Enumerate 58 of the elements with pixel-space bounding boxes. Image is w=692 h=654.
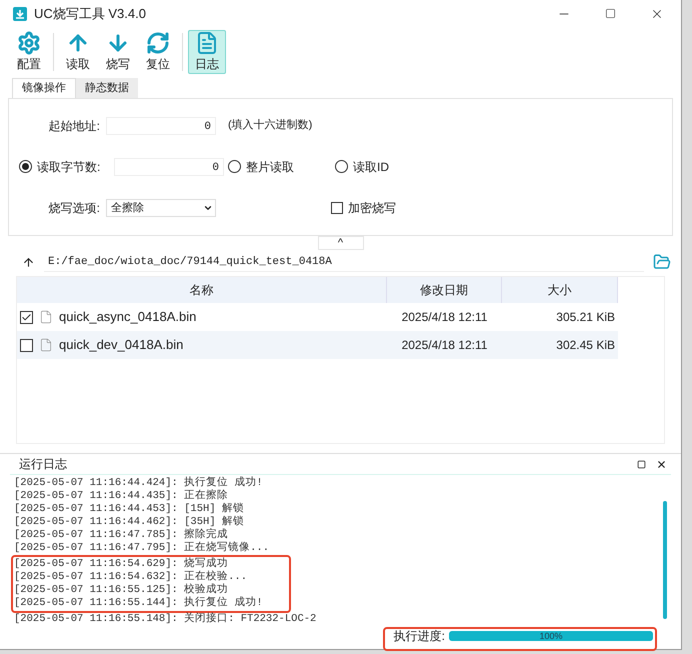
table-cell-text: 302.45 KiB bbox=[555, 337, 616, 354]
checkbox[interactable] bbox=[20, 310, 33, 324]
restore-icon[interactable] bbox=[637, 460, 646, 468]
radio-button[interactable] bbox=[335, 160, 348, 174]
log-line: [2025-05-07 11:16:47.785]: 擦除完成 bbox=[14, 529, 228, 541]
file-name: quick_dev_0418A.bin bbox=[59, 336, 184, 354]
document-icon bbox=[195, 31, 219, 55]
progress-reading: 100% bbox=[538, 631, 564, 641]
toolbar-button[interactable]: 烧写 bbox=[99, 30, 137, 74]
table-cell-text: 305.21 KiB bbox=[555, 309, 616, 326]
radio-button[interactable] bbox=[228, 160, 241, 174]
window-title: UC烧写工具 V3.4.0 bbox=[34, 5, 146, 24]
input-field[interactable]: 0 bbox=[106, 116, 216, 135]
up-arrow-icon[interactable] bbox=[22, 256, 35, 268]
checkbox[interactable] bbox=[20, 338, 33, 352]
tab[interactable]: 镜像操作 bbox=[12, 78, 76, 98]
radio-button[interactable] bbox=[19, 160, 32, 174]
panel-title: 运行日志 bbox=[19, 456, 67, 473]
log-line: [2025-05-07 11:16:44.424]: 执行复位 成功! bbox=[14, 477, 263, 489]
table-cell-text: 2025/4/18 12:11 bbox=[400, 337, 488, 354]
collapse-button[interactable]: ^ bbox=[318, 236, 364, 250]
log-line: [2025-05-07 11:16:55.148]: 关闭接口: FT2232-LOC-2 bbox=[14, 613, 316, 626]
dropdown[interactable]: 全擦除 bbox=[106, 199, 216, 218]
input-field[interactable]: 0 bbox=[114, 158, 224, 176]
radio-label: 整片读取 bbox=[246, 158, 294, 176]
maximize-icon[interactable] bbox=[605, 8, 616, 19]
gear-icon bbox=[17, 31, 41, 55]
field-label: 烧写选项: bbox=[48, 200, 101, 218]
radio-label: 读取字节数: bbox=[37, 158, 102, 176]
refresh-icon bbox=[146, 31, 170, 55]
close-icon[interactable] bbox=[656, 458, 667, 470]
folder-icon[interactable] bbox=[653, 253, 671, 271]
checkbox[interactable] bbox=[331, 202, 343, 214]
log-line: [2025-05-07 11:16:44.453]: [15H] 解锁 bbox=[14, 503, 244, 516]
log-line: [2025-05-07 11:16:55.144]: 执行复位 成功! bbox=[14, 597, 263, 610]
log-line: [2025-05-07 11:16:47.795]: 正在烧写镜像... bbox=[14, 542, 270, 555]
radio-label: 读取ID bbox=[353, 158, 389, 176]
checkbox-label: 加密烧写 bbox=[348, 200, 396, 218]
table-cell-text: 2025/4/18 12:11 bbox=[400, 309, 488, 326]
file-name: quick_async_0418A.bin bbox=[59, 308, 196, 326]
toolbar-button[interactable]: 复位 bbox=[139, 30, 177, 74]
log-line: [2025-05-07 11:16:55.125]: 校验成功 bbox=[14, 584, 228, 596]
file-icon bbox=[39, 310, 53, 324]
file-icon bbox=[39, 338, 53, 352]
progress-label: 执行进度: bbox=[394, 628, 445, 645]
hint-text: (填入十六进制数) bbox=[228, 118, 312, 134]
toolbar-button[interactable]: 配置 bbox=[10, 30, 48, 74]
log-line: [2025-05-07 11:16:44.462]: [35H] 解锁 bbox=[14, 516, 244, 528]
path-field[interactable]: E:/fae_doc/wiota_doc/79144_quick_test_0418A bbox=[44, 252, 644, 272]
tab[interactable]: 静态数据 bbox=[76, 78, 138, 98]
app-logo-icon bbox=[12, 6, 28, 22]
log-line: [2025-05-07 11:16:44.435]: 正在擦除 bbox=[14, 490, 228, 502]
log-line: [2025-05-07 11:16:54.629]: 烧写成功 bbox=[14, 558, 228, 570]
toolbar-button[interactable]: 读取 bbox=[59, 30, 97, 74]
field-label: 起始地址: bbox=[48, 118, 101, 135]
log-line: [2025-05-07 11:16:54.632]: 正在校验... bbox=[14, 571, 248, 583]
scrollbar-thumb[interactable] bbox=[663, 501, 667, 619]
toolbar-button[interactable]: 日志 bbox=[188, 30, 226, 74]
